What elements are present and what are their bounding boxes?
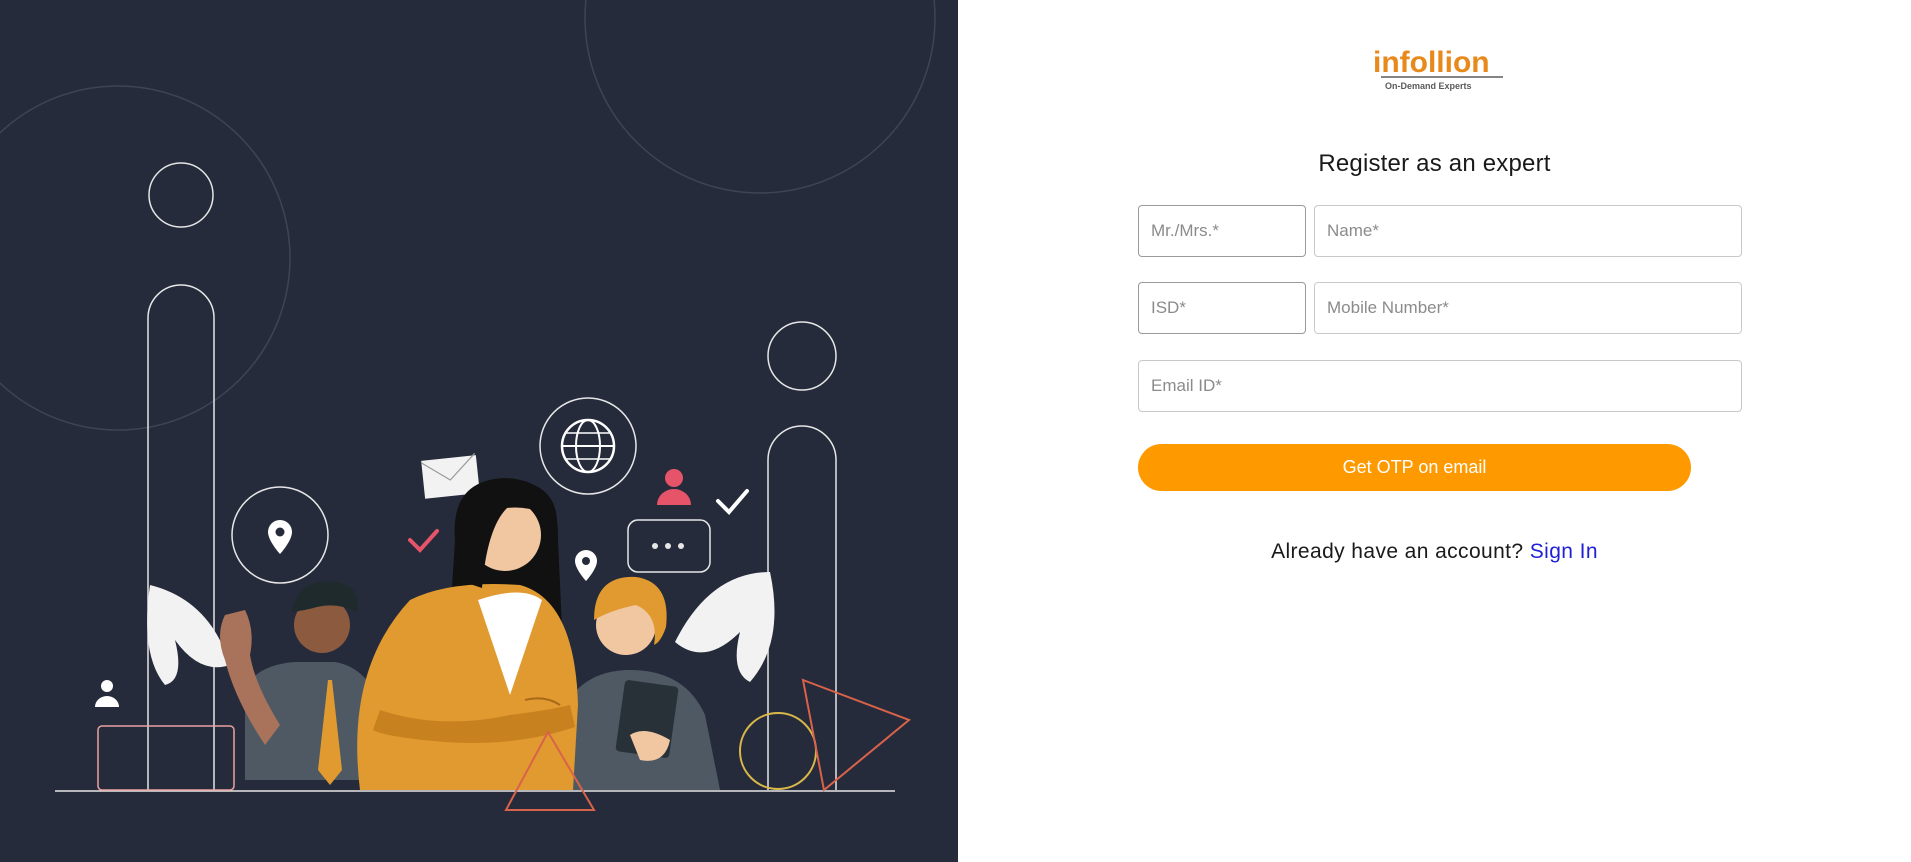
mobile-number-field[interactable] bbox=[1314, 282, 1742, 334]
signin-link[interactable]: Sign In bbox=[1530, 540, 1598, 563]
get-otp-button[interactable]: Get OTP on email bbox=[1138, 444, 1691, 491]
salutation-field[interactable] bbox=[1138, 205, 1306, 257]
logo-tagline: On-Demand Experts bbox=[1385, 81, 1472, 91]
form-title: Register as an expert bbox=[1318, 150, 1551, 177]
email-field[interactable] bbox=[1138, 360, 1742, 412]
isd-field[interactable] bbox=[1138, 282, 1306, 334]
illustration-panel bbox=[0, 0, 958, 862]
signin-prompt-line: Already have an account? Sign In bbox=[958, 540, 1911, 564]
infollion-logo: infollion On-Demand Experts bbox=[1373, 46, 1503, 91]
signin-prompt: Already have an account? bbox=[1271, 540, 1524, 563]
logo-wordmark: infollion bbox=[1373, 46, 1490, 79]
team-illustration bbox=[0, 0, 936, 811]
name-field[interactable] bbox=[1314, 205, 1742, 257]
registration-panel: infollion On-Demand Experts Register as … bbox=[958, 0, 1911, 862]
